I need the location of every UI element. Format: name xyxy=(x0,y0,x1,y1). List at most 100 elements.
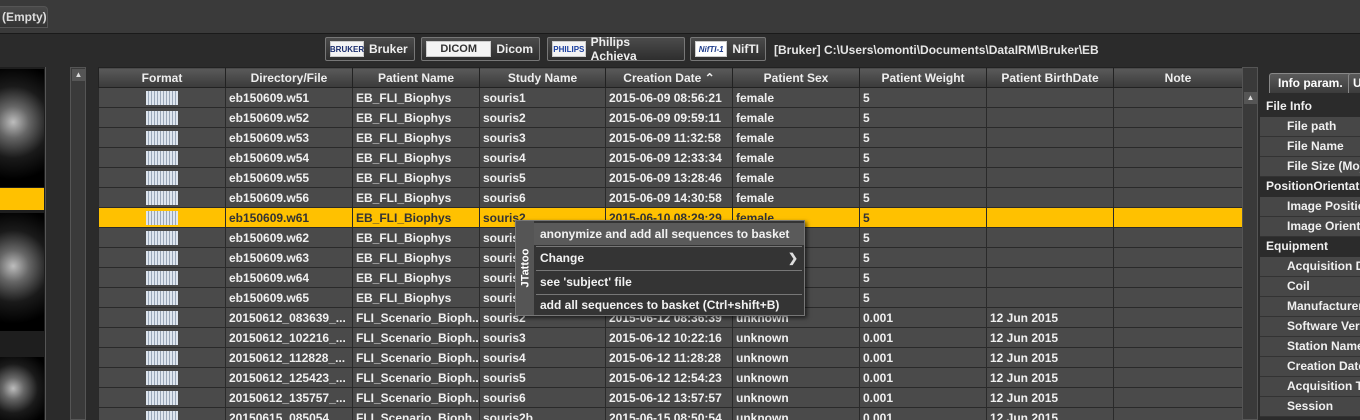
table-row[interactable]: eb150609.w51 EB_FLI_Biophys souris1 2015-06… xyxy=(98,87,1242,108)
format-cell xyxy=(98,287,226,308)
menu-item-change[interactable]: Change ❯ xyxy=(534,247,804,269)
table-row[interactable]: eb150609.w55 EB_FLI_Biophys souris5 2015-06… xyxy=(98,167,1242,188)
patient-cell: EB_FLI_Biophys xyxy=(352,247,480,268)
table-row[interactable]: eb150609.w53 EB_FLI_Biophys souris3 2015-06… xyxy=(98,127,1242,148)
birth-cell: 12 Jun 2015 xyxy=(986,367,1114,388)
note-cell xyxy=(1113,167,1242,188)
format-cell xyxy=(98,387,226,408)
table-row[interactable]: eb150609.w52 EB_FLI_Biophys souris2 2015-06… xyxy=(98,107,1242,128)
bruker-format-icon xyxy=(146,230,178,245)
file-cell: 20150612_112828_... xyxy=(225,347,353,368)
study-cell: souris2b xyxy=(479,407,606,420)
dicom-label: Dicom xyxy=(496,42,533,56)
patient-cell: FLI_Scenario_Bioph... xyxy=(352,307,480,328)
nifti-format-button[interactable]: NifTI-1 NifTI xyxy=(690,37,766,61)
sex-cell: female xyxy=(732,167,860,188)
file-cell: eb150609.w61 xyxy=(225,207,353,228)
bruker-logo-icon: BRUKER xyxy=(330,41,364,57)
patient-cell: EB_FLI_Biophys xyxy=(352,287,480,308)
tree-item[interactable]: Creation Date xyxy=(1260,357,1360,377)
thumbnail-selection xyxy=(0,188,44,210)
note-cell xyxy=(1113,227,1242,248)
thumbnail-image[interactable] xyxy=(0,213,44,331)
sex-cell: unknown xyxy=(732,347,860,368)
birth-cell xyxy=(986,267,1114,288)
tree-item[interactable]: Image Orientation xyxy=(1260,217,1360,237)
date-cell: 2015-06-12 10:22:16 xyxy=(605,327,733,348)
study-cell: souris5 xyxy=(479,367,606,388)
study-cell: souris6 xyxy=(479,387,606,408)
birth-cell xyxy=(986,187,1114,208)
scroll-up-icon[interactable]: ▲ xyxy=(72,69,85,81)
dicom-format-button[interactable]: DICOM Dicom xyxy=(421,37,540,61)
tree-item[interactable]: File Size (Mo) xyxy=(1260,157,1360,177)
tree-item[interactable]: Image Position xyxy=(1260,197,1360,217)
tree-item[interactable]: Station Name xyxy=(1260,337,1360,357)
column-patient-birthdate[interactable]: Patient BirthDate xyxy=(986,67,1114,88)
tree-item[interactable]: Acquisition Date xyxy=(1260,257,1360,277)
format-cell xyxy=(98,207,226,228)
column-patient-weight[interactable]: Patient Weight xyxy=(859,67,987,88)
table-row[interactable]: eb150609.w56 EB_FLI_Biophys souris6 2015-06… xyxy=(98,187,1242,208)
note-cell xyxy=(1113,387,1242,408)
table-row[interactable]: 20150612_125423_... FLI_Scenario_Bioph...… xyxy=(98,367,1242,388)
sex-cell: female xyxy=(732,107,860,128)
tree-item[interactable]: File Name xyxy=(1260,137,1360,157)
tree-item[interactable]: Coil xyxy=(1260,277,1360,297)
philips-format-button[interactable]: PHILIPS Philips Achieva xyxy=(547,35,685,63)
bruker-format-icon xyxy=(146,270,178,285)
note-cell xyxy=(1113,307,1242,328)
table-row[interactable]: 20150612_135757_... FLI_Scenario_Bioph...… xyxy=(98,387,1242,408)
column-directory-file[interactable]: Directory/File xyxy=(225,67,353,88)
tab-secondary[interactable]: U xyxy=(1348,73,1360,93)
tree-group[interactable]: Equipment xyxy=(1260,237,1360,257)
bruker-format-icon xyxy=(146,170,178,185)
menu-item-see-subject[interactable]: see 'subject' file xyxy=(534,271,804,293)
table-row[interactable]: 20150615_085054_... FLI_Scenario_Bioph...… xyxy=(98,407,1242,420)
table-row[interactable]: 20150612_112828_... FLI_Scenario_Bioph...… xyxy=(98,347,1242,368)
table-row[interactable]: 20150612_102216_... FLI_Scenario_Bioph...… xyxy=(98,327,1242,348)
weight-cell: 0.001 xyxy=(859,387,987,408)
column-patient-sex[interactable]: Patient Sex xyxy=(732,67,860,88)
bruker-format-icon xyxy=(146,370,178,385)
format-cell xyxy=(98,307,226,328)
column-patient-name[interactable]: Patient Name xyxy=(352,67,480,88)
menu-item-add-all[interactable]: add all sequences to basket (Ctrl+shift+… xyxy=(534,294,804,316)
tab-info-param[interactable]: Info param. xyxy=(1269,73,1352,93)
bruker-format-button[interactable]: BRUKER Bruker xyxy=(325,37,415,61)
weight-cell: 5 xyxy=(859,287,987,308)
tree-group[interactable]: PositionOrientation xyxy=(1260,177,1360,197)
thumbnail-image[interactable] xyxy=(0,357,44,420)
birth-cell xyxy=(986,227,1114,248)
table-row[interactable]: eb150609.w54 EB_FLI_Biophys souris4 2015-06… xyxy=(98,147,1242,168)
file-cell: eb150609.w52 xyxy=(225,107,353,128)
menu-item-anonymize[interactable]: anonymize and add all sequences to baske… xyxy=(534,223,804,245)
tree-item[interactable]: Software Version xyxy=(1260,317,1360,337)
file-cell: eb150609.w64 xyxy=(225,267,353,288)
empty-tab[interactable]: (Empty) xyxy=(0,6,48,28)
study-cell: souris3 xyxy=(479,127,606,148)
date-cell: 2015-06-09 08:56:21 xyxy=(605,87,733,108)
current-path: [Bruker] C:\Users\omonti\Documents\DataI… xyxy=(774,43,1099,57)
column-note[interactable]: Note xyxy=(1113,67,1242,88)
column-study-name[interactable]: Study Name xyxy=(479,67,606,88)
tree-group[interactable]: File Info xyxy=(1260,97,1360,117)
weight-cell: 0.001 xyxy=(859,307,987,328)
note-cell xyxy=(1113,287,1242,308)
patient-cell: EB_FLI_Biophys xyxy=(352,107,480,128)
file-cell: eb150609.w54 xyxy=(225,147,353,168)
table-scrollbar[interactable]: ▲ xyxy=(1242,67,1258,420)
tree-item[interactable]: Session xyxy=(1260,397,1360,417)
tree-item[interactable]: File path xyxy=(1260,117,1360,137)
tree-item[interactable]: Manufacturer xyxy=(1260,297,1360,317)
format-cell xyxy=(98,147,226,168)
thumbnail-scrollbar[interactable]: ▲ xyxy=(70,67,86,420)
column-format[interactable]: Format xyxy=(98,67,226,88)
scroll-up-icon[interactable]: ▲ xyxy=(1244,92,1257,104)
column-creation-date[interactable]: Creation Date ⌃ xyxy=(605,67,733,88)
tree-item[interactable]: Acquisition Time xyxy=(1260,377,1360,397)
thumbnail-image[interactable] xyxy=(0,69,44,187)
date-cell: 2015-06-09 13:28:46 xyxy=(605,167,733,188)
info-tree: File Info File path File Name File Size (Mo… xyxy=(1260,97,1360,420)
note-cell xyxy=(1113,207,1242,228)
